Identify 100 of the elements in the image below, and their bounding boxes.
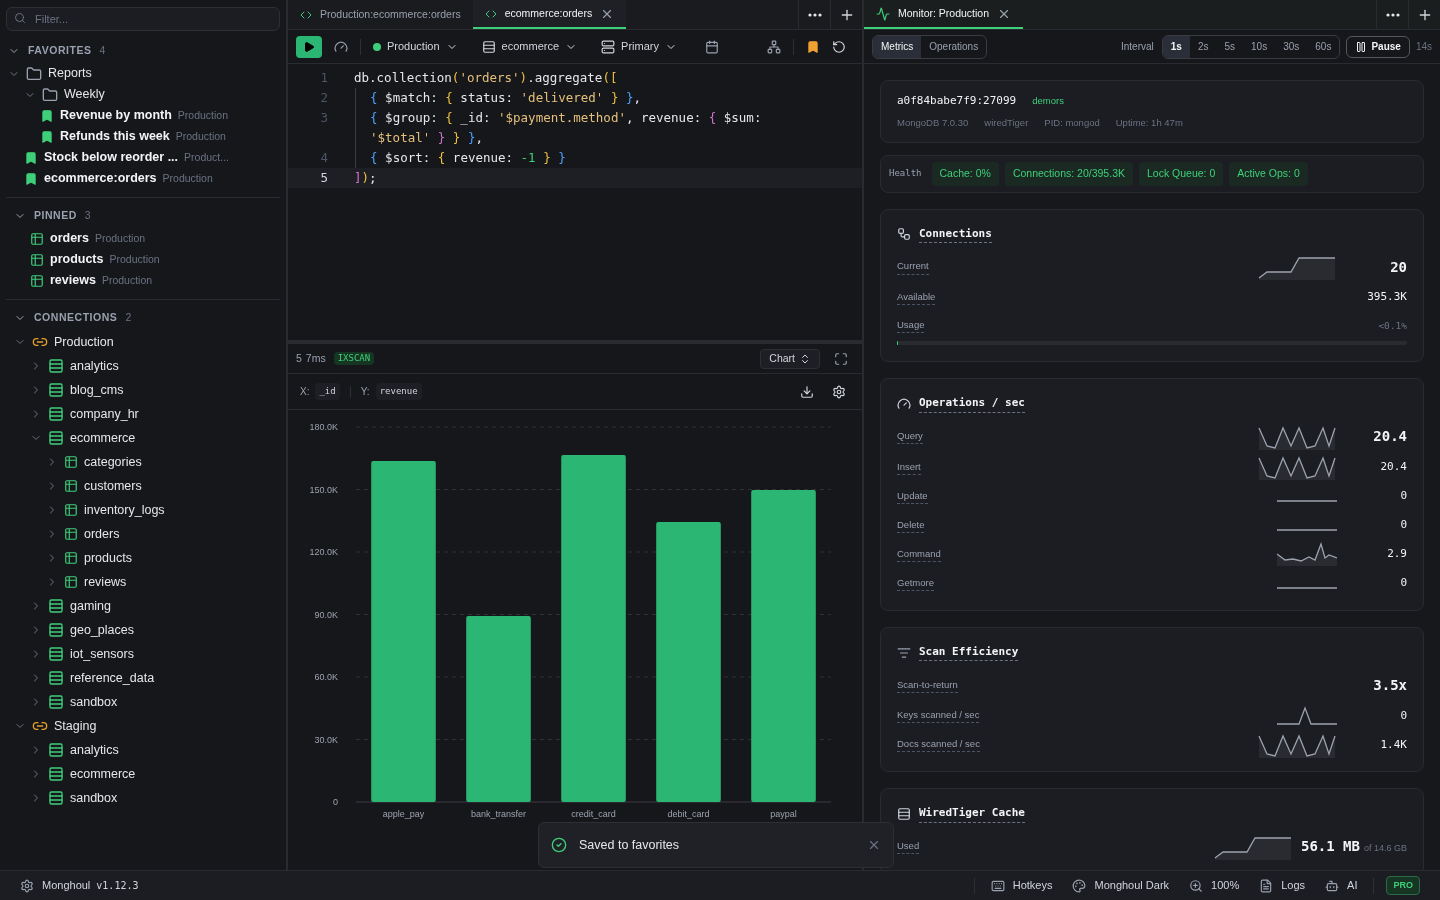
tree-item[interactable]: products Production <box>6 249 280 270</box>
tree-item[interactable]: orders Production <box>6 228 280 249</box>
tree-item[interactable]: geo_places <box>6 618 280 642</box>
folder-icon <box>26 65 42 82</box>
axis-label: 60.0K <box>314 672 338 682</box>
plan-tag: IXSCAN <box>333 351 375 366</box>
bar[interactable] <box>371 460 436 802</box>
server-icon <box>601 39 616 54</box>
code-line: ]); <box>354 169 377 187</box>
tree-item[interactable]: blog_cms <box>6 378 280 402</box>
tree-icon[interactable] <box>767 39 781 54</box>
tree-item[interactable]: iot_sensors <box>6 642 280 666</box>
list-icon <box>48 742 64 758</box>
metric-value: 0 <box>1400 707 1407 724</box>
tree-item[interactable]: orders <box>6 522 280 546</box>
tree-item[interactable]: reviews Production <box>6 270 280 291</box>
tree-item[interactable]: customers <box>6 474 280 498</box>
tree-item[interactable]: Reports <box>0 63 286 84</box>
interval-option[interactable]: 1s <box>1162 35 1190 58</box>
tree-item[interactable]: categories <box>6 450 280 474</box>
bookmark-icon <box>40 129 54 144</box>
tree-item[interactable]: Production <box>6 330 280 354</box>
list-icon <box>48 406 64 422</box>
tree-item[interactable]: Stock below reorder ... Product... <box>0 147 286 168</box>
tree-item[interactable]: company_hr <box>6 402 280 426</box>
item-label: geo_places <box>70 621 134 639</box>
view-tab[interactable]: Operations <box>921 35 987 58</box>
tree-item[interactable]: sandbox <box>6 786 280 810</box>
server-detail: Uptime: 1h 47m <box>1115 115 1183 130</box>
bar[interactable] <box>561 454 626 802</box>
play-icon <box>303 40 315 53</box>
table-icon <box>64 455 78 469</box>
tree-item[interactable]: inventory_logs <box>6 498 280 522</box>
server-host: a0f84babe7f9:27099 <box>897 93 1017 109</box>
run-button[interactable] <box>296 35 322 58</box>
status-item[interactable]: 100% <box>1189 877 1240 894</box>
close-icon[interactable] <box>867 838 881 852</box>
tree-item[interactable]: Weekly <box>0 84 286 105</box>
line-number: 2 <box>320 90 328 105</box>
metric-value: 3.5x <box>1373 675 1407 695</box>
item-label: ecommerce:orders <box>44 170 157 188</box>
download-icon[interactable] <box>800 384 814 399</box>
bookmark-icon[interactable] <box>806 39 820 54</box>
gauge-icon[interactable] <box>334 39 348 54</box>
item-label: reviews <box>50 272 96 290</box>
card-title: Operations / sec <box>919 395 1025 413</box>
tree-item[interactable]: ecommerce:orders Production <box>0 168 286 189</box>
status-item[interactable]: Logs <box>1259 877 1306 894</box>
interval-option[interactable]: 2s <box>1189 35 1217 58</box>
pause-button[interactable]: Pause <box>1346 35 1410 58</box>
status-item[interactable]: Hotkeys <box>990 877 1053 894</box>
x-field[interactable]: _id <box>315 382 340 401</box>
server-detail: PID: mongod <box>1044 115 1100 130</box>
bar[interactable] <box>751 489 816 802</box>
view-select[interactable]: Chart <box>760 348 820 369</box>
calendar-icon[interactable] <box>704 39 719 54</box>
interval-option[interactable]: 30s <box>1275 35 1308 58</box>
tree-item[interactable]: Staging <box>6 714 280 738</box>
connection-select[interactable]: Production <box>373 38 458 55</box>
refresh-icon[interactable] <box>832 39 846 54</box>
settings-icon[interactable] <box>832 384 846 399</box>
tree-item[interactable]: reviews <box>6 570 280 594</box>
database-select[interactable]: ecommerce <box>481 38 578 55</box>
editor-tab[interactable]: ecommerce:orders <box>472 0 627 29</box>
fullscreen-icon[interactable] <box>834 351 848 366</box>
metric-value: 1.4K <box>1380 736 1407 753</box>
tree-item[interactable]: Refunds this week Production <box>0 126 286 147</box>
monitor-icon <box>876 6 890 21</box>
filter-field[interactable]: Filter... <box>6 7 280 31</box>
section-count: 3 <box>84 208 92 224</box>
editor-tab[interactable]: Production:ecommerce:orders <box>288 0 473 29</box>
metric-value: 20 <box>1390 257 1407 277</box>
interval-option[interactable]: 5s <box>1216 35 1244 58</box>
tree-item[interactable]: gaming <box>6 594 280 618</box>
tree-item[interactable]: reference_data <box>6 666 280 690</box>
bookmark-icon <box>24 150 38 165</box>
health-chip: Active Ops: 0 <box>1229 161 1308 186</box>
item-label: analytics <box>70 741 119 759</box>
status-item[interactable]: Monghoul Dark <box>1072 877 1170 894</box>
metric-value: 395.3K <box>1367 289 1407 306</box>
metric-label: Delete <box>897 517 925 533</box>
tree-item[interactable]: analytics <box>6 354 280 378</box>
interval-option[interactable]: 60s <box>1307 35 1340 58</box>
item-label: Stock below reorder ... <box>44 149 179 167</box>
tree-item[interactable]: products <box>6 546 280 570</box>
tree-item[interactable]: sandbox <box>6 690 280 714</box>
settings-icon[interactable] <box>20 878 34 893</box>
tree-item[interactable]: analytics <box>6 738 280 762</box>
tree-item[interactable]: ecommerce <box>6 762 280 786</box>
node-select[interactable]: Primary <box>601 38 677 55</box>
tree-item[interactable]: Revenue by month Production <box>0 105 286 126</box>
bar[interactable] <box>466 615 531 802</box>
y-field[interactable]: revenue <box>375 382 422 401</box>
tree-item[interactable]: ecommerce <box>6 426 280 450</box>
interval-option[interactable]: 10s <box>1243 35 1276 58</box>
view-tab[interactable]: Metrics <box>873 35 922 58</box>
bar[interactable] <box>656 522 721 802</box>
health-chip: Cache: 0% <box>931 161 999 186</box>
status-item[interactable]: AI <box>1325 877 1358 894</box>
metric-value: 0 <box>1400 488 1407 504</box>
